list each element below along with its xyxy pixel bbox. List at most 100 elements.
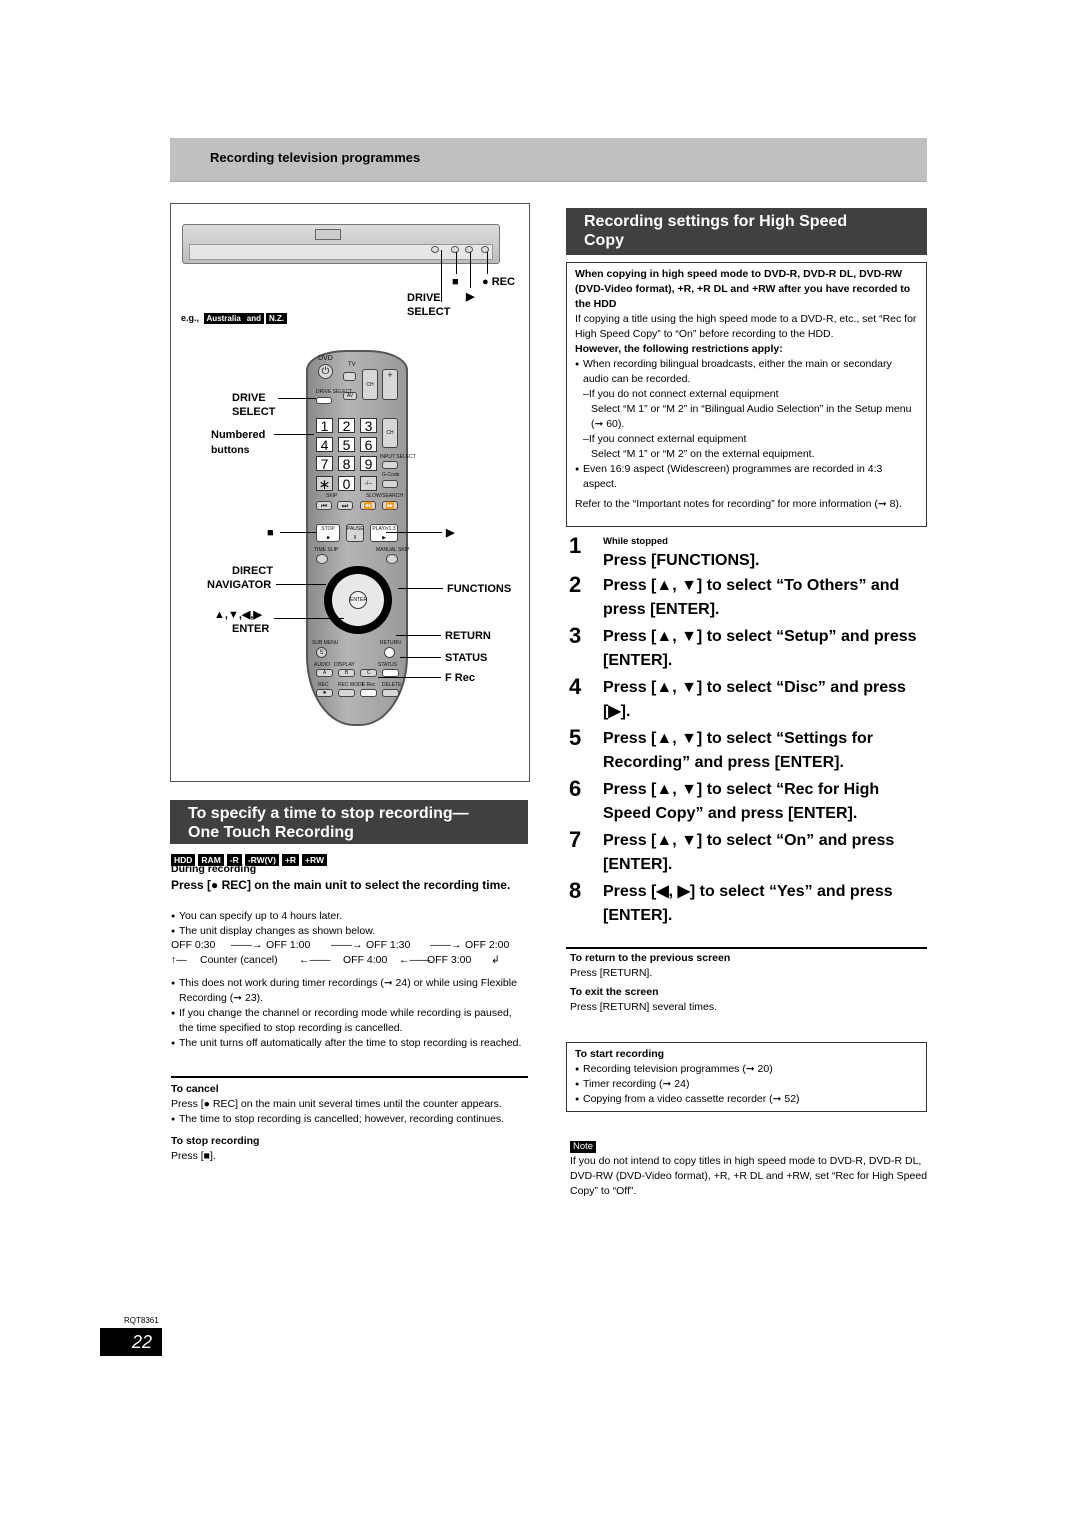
arrows-label: ▲,▼,◀,▶ — [214, 609, 262, 621]
step-3: 3 Press [▲, ▼] to select “Setup” and pres… — [569, 623, 917, 670]
skip-back-button: ⏮ — [316, 501, 332, 510]
step-1: 1 While stopped Press [FUNCTIONS]. — [569, 533, 760, 570]
time-slip-button — [316, 554, 328, 564]
exit-title: To exit the screen — [570, 986, 659, 998]
step-6: 6 Press [▲, ▼] to select “Rec for High Sp… — [569, 776, 880, 823]
volume-button: + — [382, 369, 398, 400]
bullet-list-1: You can specify up to 4 hours later. The… — [171, 909, 527, 939]
bullet-item: The unit display changes as shown below. — [171, 924, 527, 939]
cancel-title: To cancel — [171, 1083, 219, 1095]
box-intro: When copying in high speed mode to DVD-R… — [575, 268, 911, 310]
buttons-label: buttons — [211, 444, 250, 456]
restrictions-box: When copying in high speed mode to DVD-R… — [566, 262, 927, 527]
create-chapter-c-button: C — [360, 669, 377, 677]
tv-ch-button: CH — [362, 369, 378, 400]
restrictions-title: However, the following restrictions appl… — [575, 343, 783, 355]
stop-text: Press [■]. — [171, 1150, 216, 1162]
section-band: Recording television programmes — [170, 138, 927, 182]
unit-drive-label: DRIVE — [407, 292, 441, 304]
number-button: 7 — [316, 456, 333, 471]
callout-line — [456, 252, 457, 274]
return-title: To return to the previous screen — [570, 952, 731, 964]
bullet-item: If you change the channel or recording m… — [171, 1006, 527, 1036]
return-text: Press [RETURN]. — [570, 967, 653, 979]
link-item: Copying from a video cassette recorder (… — [575, 1092, 918, 1107]
return-label: RETURN — [445, 630, 491, 642]
number-button: 3 — [360, 418, 377, 433]
delete-button — [382, 689, 399, 697]
number-button: 0 — [338, 476, 355, 491]
cancel-text: Press [● REC] on the main unit several t… — [171, 1098, 502, 1110]
play-callout-symbol: ▶ — [446, 527, 455, 539]
manual-skip-button — [386, 554, 398, 564]
number-button: 6 — [360, 437, 377, 452]
bullet-item: You can specify up to 4 hours later. — [171, 909, 527, 924]
callout-line — [441, 250, 442, 302]
number-button: 5 — [338, 437, 355, 452]
region-badge: Australia — [203, 313, 244, 324]
remote-control-illustration: DVD ⏻ TV AV CH + DRIVE SELECT 1 2 3 4 5 … — [306, 350, 416, 726]
stop-button: STOP ■ — [316, 524, 340, 542]
ch-button: CH — [382, 418, 398, 448]
rec-mode-button — [338, 689, 355, 697]
navigator-label: NAVIGATOR — [207, 579, 272, 591]
power-button: ⏻ — [318, 364, 333, 379]
bullet-list-2: This does not work during timer recordin… — [171, 976, 527, 1051]
start-recording-box: To start recording Recording television … — [566, 1042, 927, 1112]
step-7: 7 Press [▲, ▼] to select “On” and press [… — [569, 827, 895, 874]
step-8: 8 Press [◀, ▶] to select “Yes” and press … — [569, 878, 893, 925]
status-button — [382, 669, 399, 677]
number-button: 2 — [338, 418, 355, 433]
sub-menu-button: S — [316, 647, 327, 658]
number-button: 1 — [316, 418, 333, 433]
media-badge-plus-rw: +RW — [302, 854, 328, 866]
bullet-item: When recording bilingual broadcasts, eit… — [575, 357, 918, 387]
numbered-label: Numbered — [211, 429, 266, 441]
steps-list: 1 While stopped Press [FUNCTIONS]. 2 Pres… — [566, 533, 930, 928]
link-item: Recording television programmes (➞ 20) — [575, 1062, 918, 1077]
unit-button — [431, 246, 439, 253]
fast-forward-button: ⏩ — [382, 501, 398, 510]
disc-tray — [315, 229, 341, 240]
step-2: 2 Press [▲, ▼] to select “To Others” and … — [569, 572, 900, 619]
box-text: If copying a title using the high speed … — [575, 313, 917, 340]
f-rec-label: F Rec — [445, 672, 475, 684]
enter-label: ENTER — [232, 623, 270, 635]
input-select-button — [382, 461, 398, 469]
functions-label: FUNCTIONS — [447, 583, 512, 595]
link-item: Timer recording (➞ 24) — [575, 1077, 918, 1092]
f-rec-button — [360, 689, 377, 697]
bullet-item: This does not work during timer recordin… — [171, 976, 527, 1006]
rec-button: ● — [316, 689, 333, 697]
enter-button: ENTER — [349, 591, 367, 609]
unit-select-label: SELECT — [407, 306, 451, 318]
unit-stop-button — [451, 246, 459, 253]
callout-line — [470, 252, 471, 288]
navigation-tips: To return to the previous screen Press [… — [570, 951, 926, 1015]
unit-play-button — [465, 246, 473, 253]
number-button: 9 — [360, 456, 377, 471]
status-label: STATUS — [445, 652, 488, 664]
display-b-button: B — [338, 669, 355, 677]
divider — [566, 947, 927, 949]
direct-label: DIRECT — [232, 565, 273, 577]
section-heading-high-speed-copy: Recording settings for High Speed Copy — [566, 208, 927, 255]
number-button: 8 — [338, 456, 355, 471]
play-symbol-label: ▶ — [466, 291, 475, 303]
region-badge: N.Z. — [266, 313, 288, 324]
g-code-button — [382, 480, 398, 488]
main-unit-illustration — [182, 224, 500, 264]
cancel-block: To cancel Press [● REC] on the main unit… — [171, 1082, 527, 1164]
rec-label: ● REC — [482, 276, 515, 288]
tv-power-button — [343, 372, 356, 381]
play-button: PLAY/x1.3 ▶ — [370, 524, 398, 542]
step-4: 4 Press [▲, ▼] to select “Disc” and press… — [569, 674, 906, 721]
drive-label: DRIVE — [232, 392, 266, 404]
return-button — [384, 647, 395, 658]
instruction-text: Press [● REC] on the main unit to select… — [171, 878, 511, 892]
callout-line — [487, 252, 488, 274]
select-label: SELECT — [232, 406, 276, 418]
condition-text: During recording — [171, 863, 257, 875]
note-text: If you do not intend to copy titles in h… — [570, 1155, 928, 1197]
number-button: 4 — [316, 437, 333, 452]
